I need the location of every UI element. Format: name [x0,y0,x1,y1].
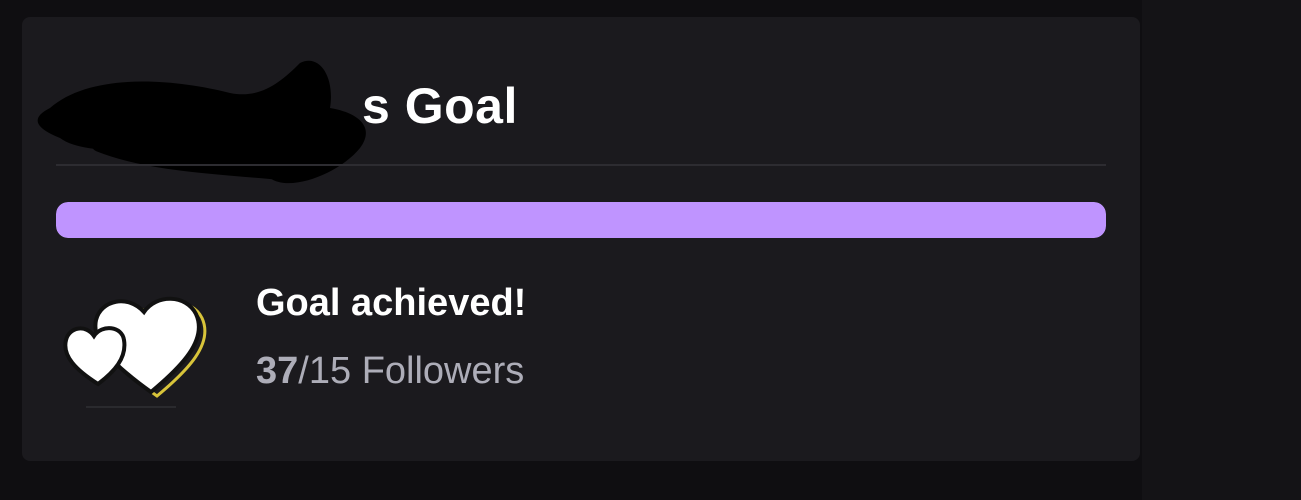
goal-header: s Goal [37,60,1106,184]
goal-current-value: 37 [256,350,299,392]
page-side-background [1142,0,1301,500]
goal-unit: Followers [361,350,525,392]
goal-count-separator: / [298,350,309,392]
goal-count: 37/15 Followers [256,350,524,393]
follower-goal-card: s Goal Goal achieved! 37/15 Followers [22,17,1140,461]
goal-progress-bar [56,202,1106,238]
goal-status-text: Goal achieved! [256,282,527,324]
goal-progress-fill [56,202,1106,238]
hearts-icon [63,296,207,408]
redaction-scribble [37,60,366,184]
goal-target-value: 15 [308,350,352,392]
header-divider [56,164,1106,166]
